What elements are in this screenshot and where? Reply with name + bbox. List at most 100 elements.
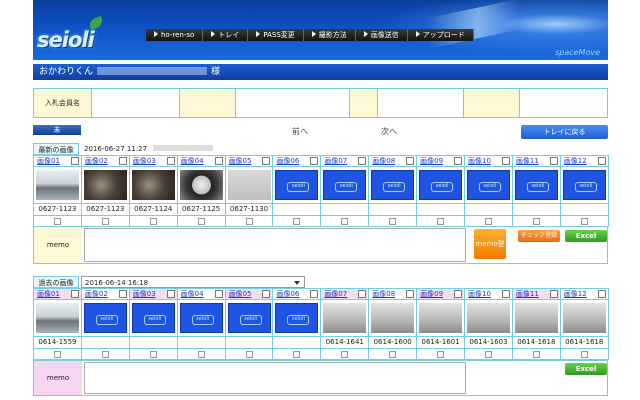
image-checkbox[interactable] [580,218,588,225]
image-checkbox[interactable] [532,218,540,225]
image-link[interactable]: 画像09 [420,157,443,165]
image-select-checkbox[interactable] [70,290,79,298]
image-link[interactable]: 画像03 [133,157,156,165]
memo-register-button[interactable]: memo登 [474,229,506,259]
image-thumbnail[interactable] [419,303,463,333]
image-select-checkbox[interactable] [166,157,175,165]
image-link[interactable]: 画像08 [372,157,395,165]
image-select-checkbox[interactable] [118,290,127,298]
image-thumbnail[interactable] [371,303,415,333]
image-link[interactable]: 画像01 [37,157,60,165]
image-link[interactable]: 画像02 [85,290,108,298]
image-select-checkbox[interactable] [454,157,463,165]
image-thumbnail[interactable] [131,303,175,333]
latest-excel-button[interactable]: Excel [565,230,607,242]
image-select-checkbox[interactable] [262,290,271,298]
image-link[interactable]: 画像01 [37,290,60,298]
image-thumbnail[interactable] [83,170,127,200]
image-checkbox[interactable] [54,218,61,225]
image-thumbnail[interactable] [371,170,415,200]
image-select-checkbox[interactable] [406,157,415,165]
image-link[interactable]: 画像06 [276,290,299,298]
image-checkbox[interactable] [101,351,109,358]
past-date-select[interactable]: 2016-06-14 16:18 [81,276,305,288]
image-thumbnail[interactable] [514,303,558,333]
image-thumbnail[interactable] [323,303,367,333]
image-checkbox[interactable] [341,351,349,358]
image-select-checkbox[interactable] [310,157,319,165]
image-thumbnail[interactable] [179,303,223,333]
image-select-checkbox[interactable] [549,290,558,298]
image-thumbnail[interactable] [131,170,175,200]
image-select-checkbox[interactable] [501,157,510,165]
image-checkbox[interactable] [389,351,397,358]
image-link[interactable]: 画像10 [468,290,491,298]
image-select-checkbox[interactable] [549,157,558,165]
image-checkbox[interactable] [197,218,205,225]
check-register-button[interactable]: チェック登録 [518,230,560,242]
image-thumbnail[interactable] [562,303,606,333]
image-thumbnail[interactable] [179,170,223,200]
image-checkbox[interactable] [580,351,588,358]
image-link[interactable]: 画像07 [324,157,347,165]
image-link[interactable]: 画像03 [133,290,156,298]
image-checkbox[interactable] [485,351,493,358]
image-thumbnail[interactable] [467,303,511,333]
image-link[interactable]: 画像09 [420,290,443,298]
image-select-checkbox[interactable] [214,157,223,165]
image-link[interactable]: 画像11 [516,157,539,165]
image-thumbnail[interactable] [36,170,79,200]
image-checkbox[interactable] [293,218,301,225]
image-thumbnail[interactable] [275,170,319,200]
image-checkbox[interactable] [485,218,493,225]
nav-upload[interactable]: アップロード [407,29,474,41]
image-link[interactable]: 画像05 [229,157,252,165]
image-checkbox[interactable] [437,218,445,225]
image-checkbox[interactable] [341,218,349,225]
image-link[interactable]: 画像02 [85,157,108,165]
image-thumbnail[interactable] [514,170,558,200]
past-excel-button[interactable]: Excel [565,363,607,375]
image-thumbnail[interactable] [562,170,606,200]
image-link[interactable]: 画像07 [324,290,347,298]
nav-horenso[interactable]: ho-ren-so [146,29,204,41]
image-thumbnail[interactable] [323,170,367,200]
image-thumbnail[interactable] [36,303,79,333]
image-checkbox[interactable] [245,351,253,358]
image-link[interactable]: 画像05 [229,290,252,298]
image-link[interactable]: 画像11 [516,290,539,298]
nav-shooting-method[interactable]: 撮影方法 [303,29,356,41]
image-checkbox[interactable] [197,351,205,358]
image-checkbox[interactable] [389,218,397,225]
image-link[interactable]: 画像04 [181,157,204,165]
image-select-checkbox[interactable] [166,290,175,298]
image-select-checkbox[interactable] [118,157,127,165]
back-to-tray-button[interactable]: トレイに戻る [521,125,608,139]
image-select-checkbox[interactable] [454,290,463,298]
image-select-checkbox[interactable] [214,290,223,298]
image-thumbnail[interactable] [227,170,271,200]
image-link[interactable]: 画像10 [468,157,491,165]
image-thumbnail[interactable] [275,303,319,333]
nav-tray[interactable]: トレイ [203,29,249,41]
image-checkbox[interactable] [149,218,157,225]
latest-memo-input[interactable] [84,228,466,262]
next-link[interactable]: 次へ [381,126,397,137]
image-thumbnail[interactable] [419,170,463,200]
image-link[interactable]: 画像08 [372,290,395,298]
image-select-checkbox[interactable] [597,290,606,298]
image-thumbnail[interactable] [227,303,271,333]
nav-image-send[interactable]: 画像送信 [355,29,408,41]
prev-link[interactable]: 前へ [292,126,308,137]
image-link[interactable]: 画像12 [564,290,587,298]
image-select-checkbox[interactable] [597,157,606,165]
image-link[interactable]: 画像04 [181,290,204,298]
image-select-checkbox[interactable] [70,157,79,165]
top-button[interactable]: 未 [33,125,81,135]
image-link[interactable]: 画像12 [564,157,587,165]
logo[interactable]: seioli [37,15,105,52]
image-select-checkbox[interactable] [406,290,415,298]
image-checkbox[interactable] [54,351,61,358]
image-select-checkbox[interactable] [358,290,367,298]
image-link[interactable]: 画像06 [276,157,299,165]
